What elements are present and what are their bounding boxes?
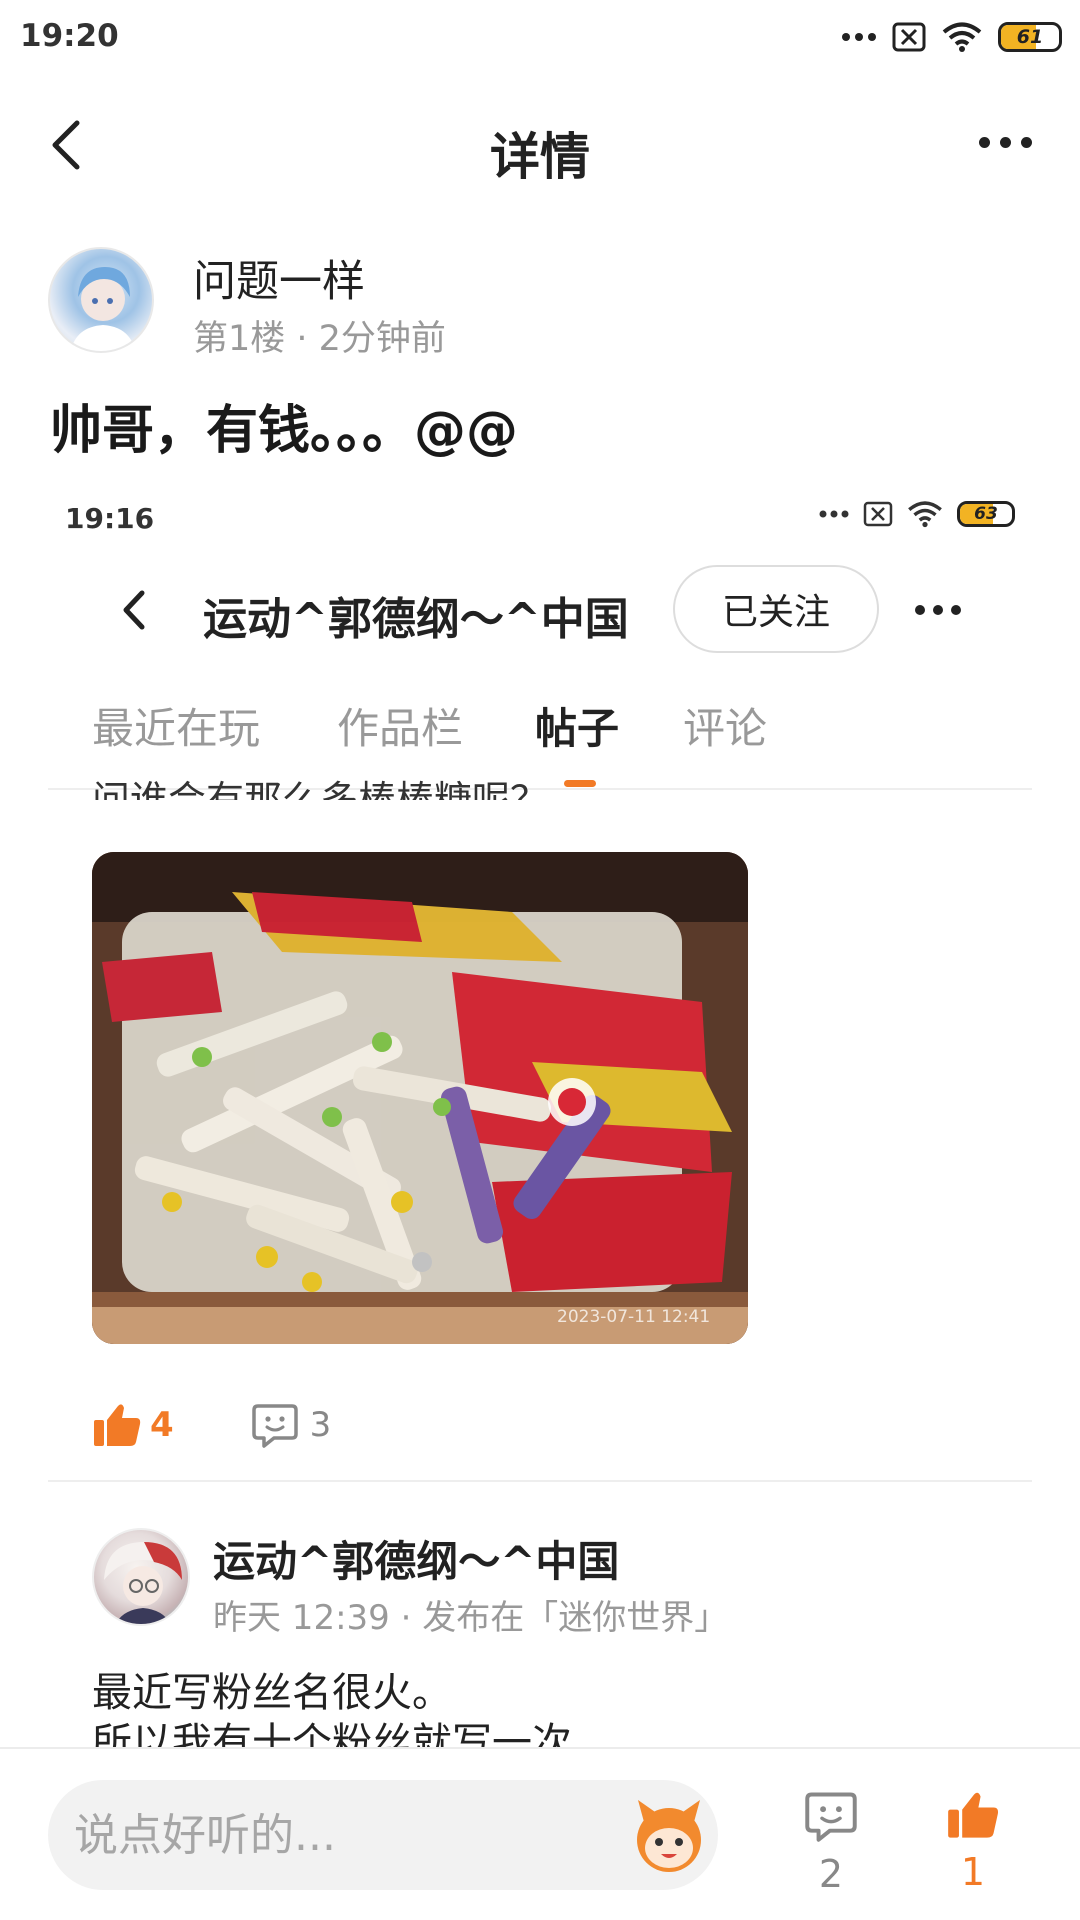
tab-posts[interactable]: 帖子 bbox=[535, 695, 619, 756]
battery-level: 63 bbox=[974, 504, 998, 524]
post-author-avatar[interactable] bbox=[92, 1528, 190, 1626]
battery-icon: 63 bbox=[957, 501, 1015, 527]
status-time: 19:20 bbox=[20, 18, 119, 54]
post-meta: 昨天 12:39 · 发布在「迷你世界」 bbox=[213, 1598, 729, 1638]
status-bar: 19:20 61 bbox=[0, 0, 1080, 75]
post-author-name[interactable]: 运动^郭德纲～^中国 bbox=[213, 1528, 619, 1589]
dot bbox=[915, 605, 925, 615]
wifi-icon bbox=[942, 22, 982, 52]
more-dots-icon bbox=[819, 510, 849, 518]
tab-recently-played[interactable]: 最近在玩 bbox=[92, 695, 260, 756]
wifi-icon bbox=[908, 501, 942, 528]
status-icons: 61 bbox=[842, 20, 1062, 54]
sim-off-icon bbox=[892, 22, 926, 52]
more-dots-icon bbox=[842, 33, 876, 41]
like-count: 1 bbox=[960, 1850, 986, 1894]
dot bbox=[978, 136, 990, 148]
comment-input-container[interactable] bbox=[48, 1780, 718, 1890]
thumbs-up-icon[interactable] bbox=[92, 1402, 142, 1448]
post-actions: 4 3 bbox=[92, 1395, 331, 1455]
thumbs-up-icon bbox=[948, 1792, 999, 1838]
comment-input[interactable] bbox=[74, 1780, 604, 1890]
embedded-status-icons: 63 bbox=[819, 500, 1015, 528]
post-text: 帅哥，有钱。。。@@ bbox=[50, 401, 519, 461]
embedded-status-time: 19:16 bbox=[65, 502, 155, 535]
dot bbox=[1020, 136, 1032, 148]
sim-off-icon bbox=[863, 501, 893, 527]
author-name[interactable]: 问题一样 bbox=[193, 247, 365, 309]
author-avatar[interactable] bbox=[48, 247, 154, 353]
comments-count: 2 bbox=[818, 1852, 844, 1896]
post-divider bbox=[48, 1480, 1032, 1482]
mascot-emoji-icon[interactable] bbox=[628, 1794, 710, 1876]
post-body-line: 最近写粉丝名很火。 bbox=[92, 1670, 452, 1716]
embedded-screenshot[interactable]: 19:16 63 运动^郭德纲～^中国 已关注 最近在玩 作品栏 帖子 评论 问… bbox=[0, 470, 1080, 1750]
comment-icon[interactable] bbox=[251, 1402, 298, 1448]
profile-tabs: 最近在玩 作品栏 帖子 评论 bbox=[0, 695, 1080, 775]
tab-comments[interactable]: 评论 bbox=[683, 695, 767, 756]
post-photo[interactable]: 2023-07-11 12:41 bbox=[92, 852, 748, 1344]
post-text-clipped: 问谁会有那么多棒棒糖呢？ bbox=[92, 778, 549, 800]
top-nav: 详情 bbox=[0, 95, 1080, 195]
page-title: 详情 bbox=[490, 128, 590, 186]
photo-timestamp: 2023-07-11 12:41 bbox=[557, 1307, 710, 1327]
dot bbox=[999, 136, 1011, 148]
post-body-line: 所以我有十个粉丝就写一次 bbox=[92, 1720, 572, 1748]
like-button[interactable]: 1 bbox=[938, 1790, 1008, 1910]
battery-icon: 61 bbox=[998, 22, 1062, 52]
dot bbox=[951, 605, 961, 615]
post-body: 最近写粉丝名很火。 所以我有十个粉丝就写一次 bbox=[92, 1668, 992, 1748]
embedded-top-nav: 运动^郭德纲～^中国 已关注 bbox=[0, 565, 1080, 655]
follow-button[interactable]: 已关注 bbox=[673, 565, 879, 653]
post-meta: 第1楼 · 2分钟前 bbox=[193, 319, 446, 359]
profile-title: 运动^郭德纲～^中国 bbox=[203, 594, 629, 645]
more-options-button[interactable] bbox=[970, 127, 1040, 157]
comment-icon bbox=[805, 1792, 857, 1842]
battery-level: 61 bbox=[1016, 26, 1044, 48]
more-options-button[interactable] bbox=[915, 595, 975, 625]
like-count: 4 bbox=[150, 1405, 174, 1445]
comment-count: 3 bbox=[309, 1405, 332, 1445]
back-button[interactable] bbox=[118, 587, 152, 633]
active-tab-indicator bbox=[564, 780, 596, 787]
bottom-bar-divider bbox=[0, 1747, 1080, 1749]
tab-works[interactable]: 作品栏 bbox=[337, 695, 463, 756]
comments-button[interactable]: 2 bbox=[796, 1790, 866, 1910]
dot bbox=[933, 605, 943, 615]
